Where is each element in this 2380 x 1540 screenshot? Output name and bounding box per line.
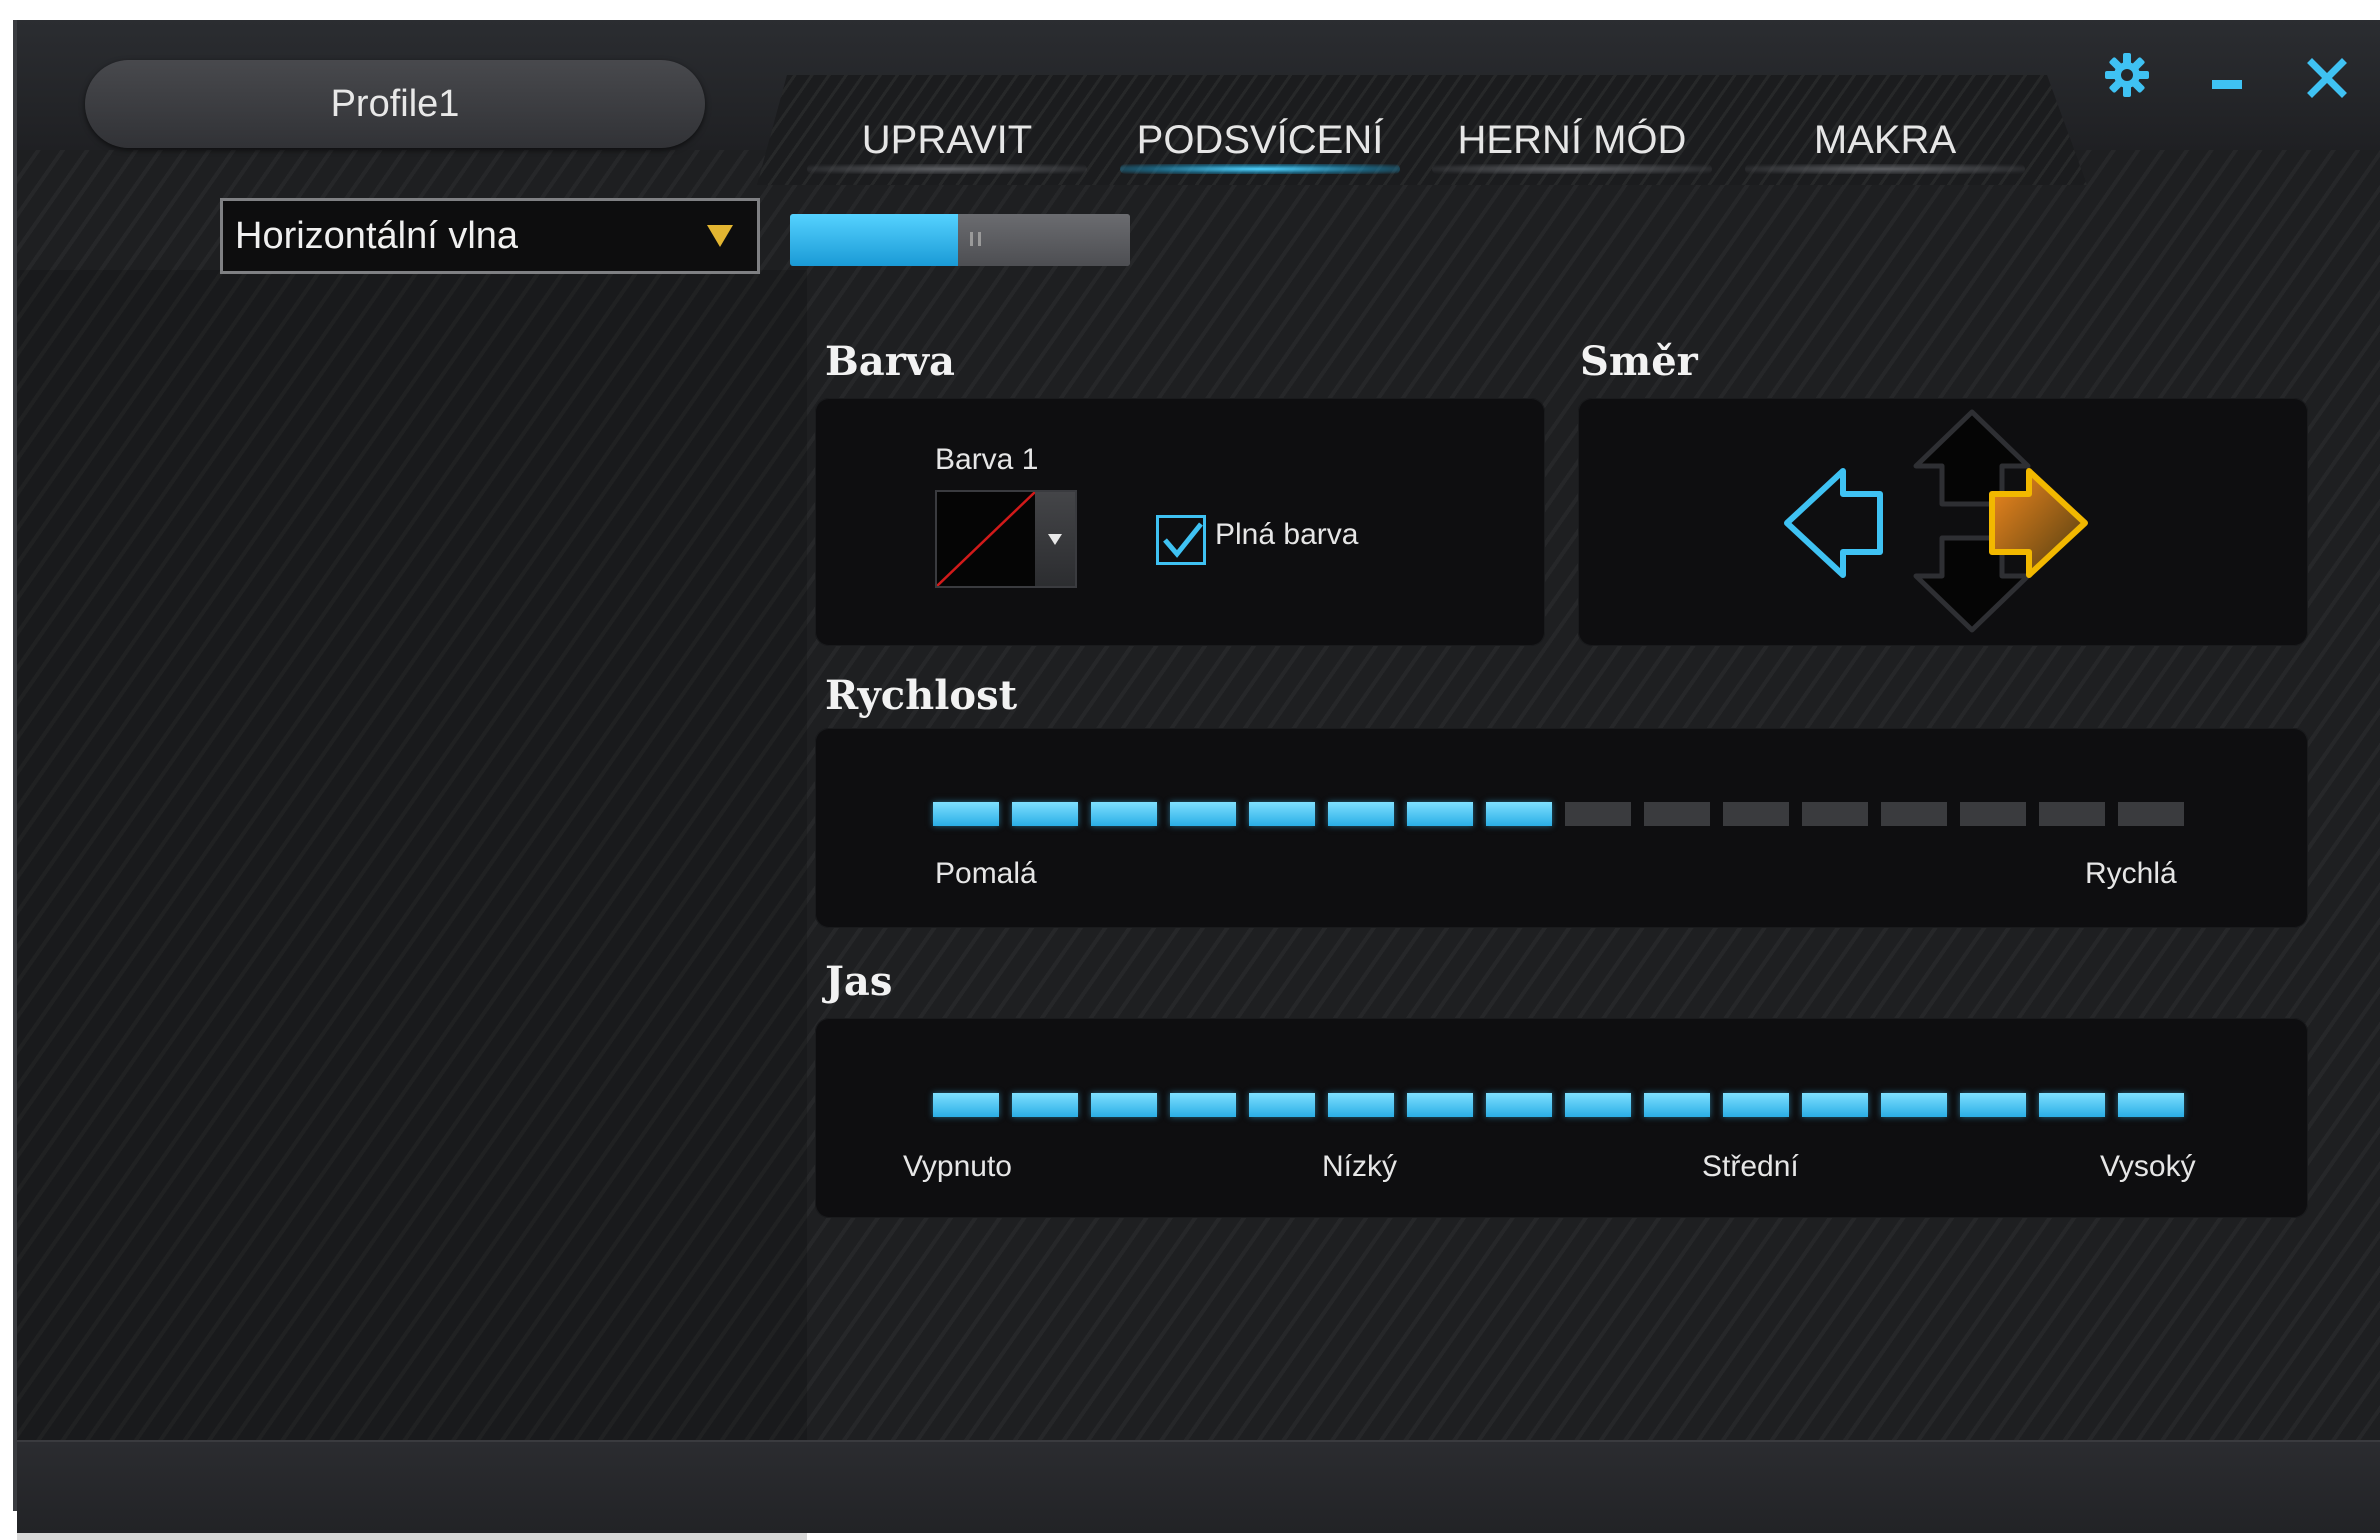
tab-herni-mod[interactable]: HERNÍ MÓD	[1422, 100, 1722, 180]
tab-underline-active	[1120, 164, 1400, 174]
tab-underline	[1432, 164, 1712, 174]
tab-label: PODSVÍCENÍ	[1136, 118, 1384, 162]
brightness-panel	[815, 1018, 2308, 1218]
effect-select[interactable]: Horizontální vlna	[220, 198, 760, 274]
dropdown-arrow-icon	[707, 225, 733, 247]
speed-panel	[815, 728, 2308, 928]
level-segment[interactable]	[1249, 1093, 1315, 1117]
speed-min-label: Pomalá	[935, 857, 1037, 890]
effect-select-value: Horizontální vlna	[235, 215, 519, 257]
solid-color-checkbox[interactable]	[1156, 515, 1206, 565]
tab-label: HERNÍ MÓD	[1457, 118, 1687, 162]
toggle-on-fill	[790, 214, 958, 266]
level-segment[interactable]	[1170, 1093, 1236, 1117]
level-segment[interactable]	[2039, 1093, 2105, 1117]
level-segment[interactable]	[1723, 802, 1789, 826]
solid-color-label: Plná barva	[1215, 518, 1359, 551]
lighting-toggle[interactable]	[790, 214, 1130, 266]
arrow-up-icon[interactable]	[1913, 409, 2031, 507]
direction-arrows	[1784, 409, 2088, 633]
tab-underline	[807, 164, 1087, 174]
tab-podsviceni[interactable]: PODSVÍCENÍ	[1110, 100, 1410, 180]
level-segment[interactable]	[1407, 802, 1473, 826]
check-icon	[1163, 522, 1203, 558]
level-segment[interactable]	[1407, 1093, 1473, 1117]
level-segment[interactable]	[933, 802, 999, 826]
minimize-icon[interactable]	[2212, 80, 2242, 89]
brightness-low-label: Nízký	[1322, 1150, 1397, 1183]
speed-slider[interactable]	[933, 802, 2184, 826]
level-segment[interactable]	[933, 1093, 999, 1117]
level-segment[interactable]	[2118, 802, 2184, 826]
chevron-down-icon[interactable]	[1035, 492, 1075, 586]
level-segment[interactable]	[1091, 802, 1157, 826]
tab-upravit[interactable]: UPRAVIT	[797, 100, 1097, 180]
level-segment[interactable]	[1881, 802, 1947, 826]
level-segment[interactable]	[1170, 802, 1236, 826]
brightness-slider[interactable]	[933, 1093, 2184, 1117]
color-preview	[937, 492, 1035, 586]
level-segment[interactable]	[2118, 1093, 2184, 1117]
toggle-knob[interactable]	[958, 214, 1130, 266]
brightness-high-label: Vysoký	[2100, 1150, 2196, 1183]
gear-icon[interactable]	[2102, 50, 2152, 104]
level-segment[interactable]	[1486, 1093, 1552, 1117]
section-title-direction: Směr	[1580, 338, 1698, 385]
level-segment[interactable]	[1565, 802, 1631, 826]
section-title-speed: Rychlost	[825, 672, 1018, 719]
level-segment[interactable]	[1802, 1093, 1868, 1117]
arrow-left-icon[interactable]	[1784, 468, 1883, 578]
level-segment[interactable]	[1486, 802, 1552, 826]
close-icon[interactable]	[2307, 58, 2347, 102]
grip-icon	[970, 232, 973, 246]
level-segment[interactable]	[1091, 1093, 1157, 1117]
level-segment[interactable]	[1565, 1093, 1631, 1117]
level-segment[interactable]	[1328, 1093, 1394, 1117]
level-segment[interactable]	[1881, 1093, 1947, 1117]
bottom-bar	[17, 1440, 2380, 1533]
level-segment[interactable]	[1723, 1093, 1789, 1117]
color1-label: Barva 1	[935, 443, 1039, 476]
section-title-color: Barva	[825, 338, 955, 385]
level-segment[interactable]	[1802, 802, 1868, 826]
section-title-brightness: Jas	[825, 958, 893, 1005]
level-segment[interactable]	[1960, 1093, 2026, 1117]
left-panel	[17, 270, 807, 1540]
color1-swatch[interactable]	[935, 490, 1077, 588]
level-segment[interactable]	[1012, 1093, 1078, 1117]
profile-selector[interactable]: Profile1	[85, 60, 705, 148]
tab-makra[interactable]: MAKRA	[1735, 100, 2035, 180]
level-segment[interactable]	[1644, 1093, 1710, 1117]
arrow-right-icon[interactable]	[1989, 468, 2088, 578]
level-segment[interactable]	[1249, 802, 1315, 826]
speed-max-label: Rychlá	[2085, 857, 2177, 890]
brightness-mid-label: Střední	[1702, 1150, 1799, 1183]
level-segment[interactable]	[1960, 802, 2026, 826]
level-segment[interactable]	[1328, 802, 1394, 826]
tab-label: MAKRA	[1813, 118, 1957, 162]
brightness-off-label: Vypnuto	[903, 1150, 1012, 1183]
level-segment[interactable]	[1012, 802, 1078, 826]
tab-underline	[1745, 164, 2025, 174]
tab-label: UPRAVIT	[861, 118, 1033, 162]
level-segment[interactable]	[1644, 802, 1710, 826]
level-segment[interactable]	[2039, 802, 2105, 826]
